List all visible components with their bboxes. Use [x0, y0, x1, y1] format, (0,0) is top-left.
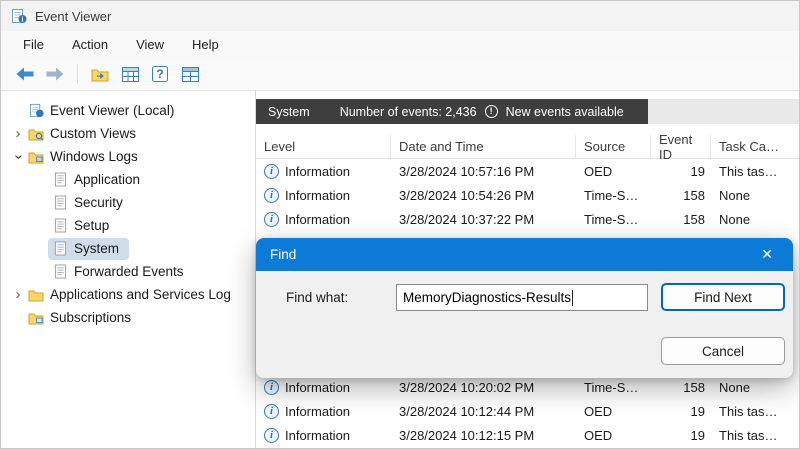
chevron-down-icon[interactable] — [9, 148, 27, 166]
tree-root-event-viewer-local[interactable]: Event Viewer (Local) — [1, 99, 255, 122]
text-caret — [572, 289, 574, 306]
column-header-level[interactable]: Level — [256, 135, 391, 158]
information-icon — [264, 211, 279, 227]
tree-item-system[interactable]: System — [1, 237, 255, 260]
console-tree: Event Viewer (Local) Custom Views — [1, 91, 256, 448]
log-file-icon — [51, 172, 69, 188]
help-icon[interactable]: ? — [148, 62, 172, 86]
events-header-spacer — [648, 99, 799, 124]
forward-arrow-icon[interactable] — [43, 62, 67, 86]
find-what-label: Find what: — [286, 290, 349, 305]
information-icon — [264, 187, 279, 203]
menu-view[interactable]: View — [122, 33, 178, 56]
tree-item-label: Windows Logs — [50, 149, 138, 164]
tree-item-label: Forwarded Events — [74, 264, 184, 279]
log-file-icon — [51, 218, 69, 234]
tree-item-label: Custom Views — [50, 126, 137, 141]
subscriptions-folder-icon — [27, 310, 45, 326]
event-viewer-app-icon: i — [11, 8, 27, 24]
tree-item-label: Application — [74, 172, 141, 187]
tree-item-label: Applications and Services Log — [50, 287, 231, 302]
alert-icon: ! — [484, 105, 498, 118]
column-header-event-id[interactable]: Event ID — [651, 132, 711, 162]
chevron-icon — [9, 309, 27, 327]
find-next-button[interactable]: Find Next — [661, 283, 785, 311]
tree-item-label: Setup — [74, 218, 110, 233]
column-header-date-and-time[interactable]: Date and Time — [391, 135, 576, 158]
find-dialog: Find ✕ Find what: MemoryDiagnostics-Resu… — [256, 238, 793, 378]
menu-help[interactable]: Help — [178, 33, 233, 56]
event-viewer-icon — [27, 103, 45, 119]
close-icon[interactable]: ✕ — [755, 244, 779, 265]
log-file-icon — [51, 195, 69, 211]
information-icon — [264, 379, 279, 395]
events-pane-title: System — [268, 104, 310, 119]
information-icon — [264, 427, 279, 443]
svg-text:?: ? — [156, 67, 163, 81]
tree-item-label: Subscriptions — [50, 310, 132, 325]
tree-item-forwarded-events[interactable]: Forwarded Events — [1, 260, 255, 283]
information-icon — [264, 163, 279, 179]
menu-bar: File Action View Help — [1, 31, 799, 58]
windows-logs-folder-icon — [27, 149, 45, 165]
cancel-button[interactable]: Cancel — [661, 337, 785, 365]
column-header-task-category[interactable]: Task Ca… — [711, 135, 799, 158]
toolbar: ? — [1, 58, 799, 91]
column-header-source[interactable]: Source — [576, 135, 651, 158]
tree-item-custom-views[interactable]: Custom Views — [1, 122, 255, 145]
tree-item-application[interactable]: Application — [1, 168, 255, 191]
create-custom-view-icon[interactable] — [118, 62, 142, 86]
event-row[interactable]: Information 3/28/2024 10:54:26 PM Time-S… — [256, 183, 799, 207]
log-file-icon — [51, 264, 69, 280]
selection-highlight: System — [48, 237, 130, 260]
custom-views-folder-icon — [27, 126, 45, 142]
open-saved-log-icon[interactable] — [88, 62, 112, 86]
window-title: Event Viewer — [35, 8, 112, 24]
information-icon — [264, 403, 279, 419]
tree-item-label: Security — [74, 195, 123, 210]
events-count-text: Number of events: 2,436 — [339, 104, 477, 119]
find-what-input[interactable]: MemoryDiagnostics-Results — [396, 284, 648, 311]
chevron-icon — [9, 102, 27, 120]
tree-item-subscriptions[interactable]: Subscriptions — [1, 306, 255, 329]
back-arrow-icon[interactable] — [13, 62, 37, 86]
chevron-right-icon[interactable] — [9, 125, 27, 143]
tree-item-label: System — [74, 241, 120, 256]
tree-item-windows-logs[interactable]: Windows Logs — [1, 145, 255, 168]
window-titlebar: i Event Viewer — [1, 1, 799, 31]
event-viewer-window: i Event Viewer File Action View Help ? E… — [0, 0, 800, 449]
chevron-right-icon[interactable] — [9, 286, 27, 304]
event-row[interactable]: Information 3/28/2024 10:12:15 PM OED 19… — [256, 423, 799, 447]
event-row[interactable]: Information 3/28/2024 10:12:44 PM OED 19… — [256, 399, 799, 423]
menu-file[interactable]: File — [9, 33, 58, 56]
tree-item-setup[interactable]: Setup — [1, 214, 255, 237]
log-file-icon — [51, 241, 69, 257]
folder-icon — [27, 287, 45, 303]
tree-item-security[interactable]: Security — [1, 191, 255, 214]
find-dialog-title: Find — [270, 247, 297, 262]
menu-action[interactable]: Action — [58, 33, 122, 56]
svg-text:i: i — [22, 16, 24, 24]
find-input-value: MemoryDiagnostics-Results — [403, 290, 572, 305]
event-row[interactable]: Information 3/28/2024 10:57:16 PM OED 19… — [256, 159, 799, 183]
event-row[interactable]: Information 3/28/2024 10:20:02 PM Time-S… — [256, 375, 799, 399]
event-row[interactable]: Information 3/28/2024 10:37:22 PM Time-S… — [256, 207, 799, 231]
table-header: Level Date and Time Source Event ID Task… — [256, 132, 799, 162]
new-events-text: New events available — [505, 104, 624, 119]
events-pane-header: System Number of events: 2,436 ! New eve… — [256, 99, 648, 124]
tree-item-applications-and-services-logs[interactable]: Applications and Services Log — [1, 283, 255, 306]
event-properties-icon[interactable] — [178, 62, 202, 86]
tree-item-label: Event Viewer (Local) — [50, 103, 175, 118]
toolbar-separator — [77, 64, 78, 84]
find-dialog-titlebar: Find ✕ — [256, 238, 793, 271]
